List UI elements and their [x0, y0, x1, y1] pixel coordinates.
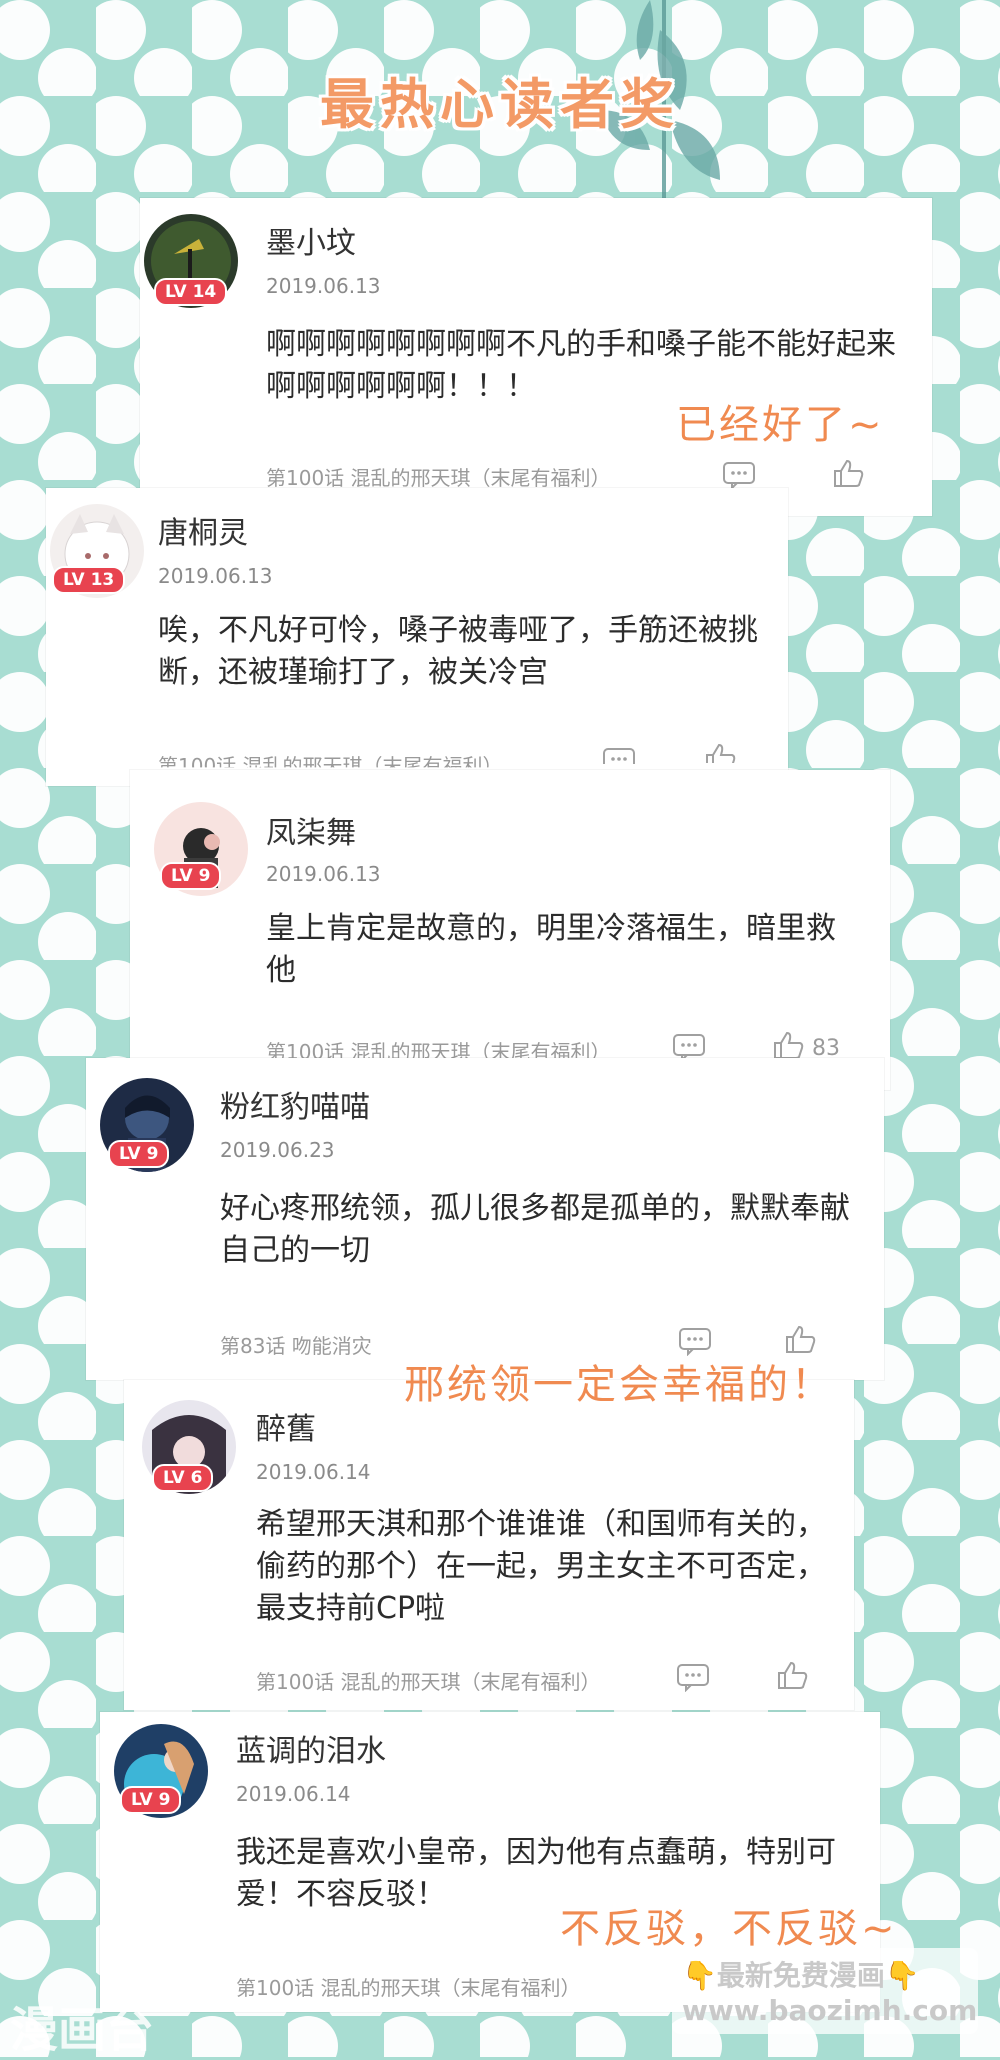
annotation-note-3: 不反驳，不反驳~ [560, 1906, 898, 1952]
chapter-link[interactable]: 第83话 吻能消灾 [220, 1330, 372, 1359]
like-icon[interactable] [704, 742, 738, 763]
corner-watermark: 漫画台 [10, 2002, 155, 2058]
username[interactable]: 粉红豹喵喵 [220, 1082, 370, 1126]
comment-icon[interactable] [676, 1662, 710, 1692]
comment-text: 皇上肯定是故意的，明里冷落福生，暗里救他 [266, 911, 836, 988]
level-badge: LV 13 [52, 566, 126, 594]
like-icon[interactable] [832, 458, 866, 488]
page-title: 最热心读者奖 [320, 73, 680, 136]
watermark-line-2: www.baozimh.com [682, 1994, 978, 2027]
comment-card-4: LV 9 粉红豹喵喵 2019.06.23 好心疼邢统领，孤儿很多都是孤单的，默… [86, 1058, 884, 1380]
watermark-box[interactable]: 👇最新免费漫画👇 www.baozimh.com [672, 1948, 978, 2034]
comment-date: 2019.06.14 [256, 1460, 371, 1484]
comment-text: 希望邢天淇和那个谁谁谁（和国师有关的，偷药的那个）在一起，男主女主不可否定，最支… [256, 1507, 826, 1626]
comment-date: 2019.06.23 [220, 1138, 335, 1162]
comment-card-3: LV 9 凤柒舞 2019.06.13 皇上肯定是故意的，明里冷落福生，暗里救他… [130, 770, 890, 1090]
username[interactable]: 唐桐灵 [158, 508, 248, 552]
comment-date: 2019.06.13 [158, 564, 273, 588]
level-badge: LV 9 [160, 862, 222, 890]
watermark-line-1: 👇最新免费漫画👇 [682, 1959, 920, 1992]
comment-text: 好心疼邢统领，孤儿很多都是孤单的，默默奉献自己的一切 [220, 1191, 850, 1268]
username[interactable]: 醉舊 [256, 1404, 316, 1448]
level-badge: LV 9 [120, 1786, 182, 1814]
like-icon[interactable] [776, 1660, 810, 1690]
level-badge: LV 9 [108, 1140, 170, 1168]
username[interactable]: 蓝调的泪水 [236, 1726, 386, 1770]
comment-date: 2019.06.14 [236, 1782, 351, 1806]
chapter-link[interactable]: 第100话 混乱的邢天琪（末尾有福利） [256, 1666, 601, 1695]
level-badge: LV 6 [152, 1464, 214, 1492]
comment-text: 唉，不凡好可怜，嗓子被毒哑了，手筋还被挑断，还被瑾瑜打了，被关冷宫 [158, 613, 758, 690]
like-icon[interactable] [772, 1030, 806, 1060]
username[interactable]: 墨小坟 [266, 218, 356, 262]
comment-card-1: LV 14 墨小坟 2019.06.13 啊啊啊啊啊啊啊啊不凡的手和嗓子能不能好… [140, 198, 932, 516]
comment-card-2: LV 13 唐桐灵 2019.06.13 唉，不凡好可怜，嗓子被毒哑了，手筋还被… [46, 488, 788, 786]
like-icon[interactable] [784, 1324, 818, 1354]
level-badge: LV 14 [154, 278, 228, 306]
chapter-link[interactable]: 第100话 混乱的邢天琪（末尾有福利） [236, 1972, 581, 2001]
comment-icon[interactable] [722, 460, 756, 490]
chapter-link[interactable]: 第100话 混乱的邢天琪（末尾有福利） [266, 462, 611, 491]
comment-card-5: LV 6 醉舊 2019.06.14 希望邢天淇和那个谁谁谁（和国师有关的，偷药… [124, 1380, 854, 1710]
annotation-note-1: 已经好了~ [676, 402, 885, 448]
annotation-note-2: 邢统领一定会幸福的！ [404, 1362, 834, 1408]
comment-date: 2019.06.13 [266, 274, 381, 298]
username[interactable]: 凤柒舞 [266, 808, 356, 852]
comment-date: 2019.06.13 [266, 862, 381, 886]
